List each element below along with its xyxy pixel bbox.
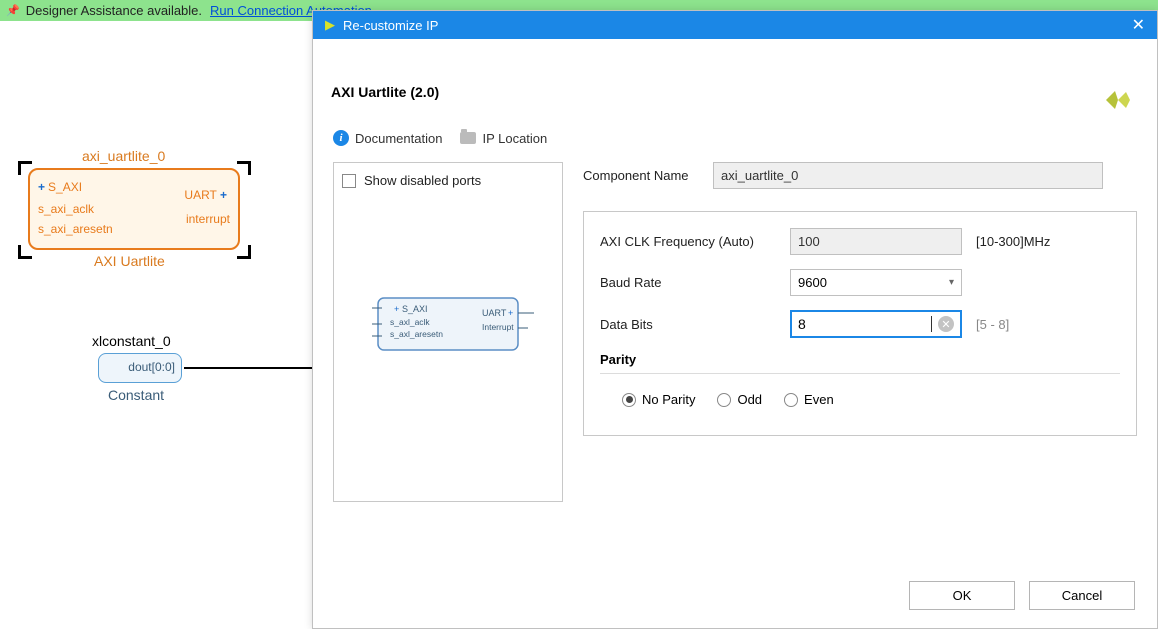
svg-text:s_axl_aresetn: s_axl_aresetn bbox=[390, 329, 443, 339]
port-dout[interactable]: dout[0:0] bbox=[128, 360, 175, 374]
component-name-label: Component Name bbox=[583, 168, 713, 183]
ip-block-constant[interactable]: dout[0:0] bbox=[98, 353, 182, 383]
clear-icon[interactable]: ✕ bbox=[938, 316, 954, 332]
port-aresetn[interactable]: s_axi_aresetn bbox=[38, 222, 113, 236]
preview-panel: Show disabled ports + S_AXI s_axl_aclk s… bbox=[333, 162, 563, 502]
title-bar[interactable]: ▶ Re-customize IP ✕ bbox=[313, 11, 1157, 39]
parity-none-radio[interactable]: No Parity bbox=[622, 392, 695, 407]
constant-caption: Constant bbox=[108, 387, 164, 403]
dialog-title: Re-customize IP bbox=[343, 18, 1132, 33]
uartlite-caption: AXI Uartlite bbox=[94, 253, 165, 269]
port-uart[interactable]: UART + bbox=[184, 188, 230, 202]
svg-text:S_AXI: S_AXI bbox=[402, 304, 428, 314]
ip-location-button[interactable]: IP Location bbox=[460, 131, 547, 146]
vivado-icon: ▶ bbox=[325, 17, 335, 33]
documentation-button[interactable]: i Documentation bbox=[333, 130, 442, 146]
plus-icon: + bbox=[38, 180, 45, 194]
parameters-panel: Component Name AXI CLK Frequency (Auto) … bbox=[583, 162, 1137, 502]
close-icon[interactable]: ✕ bbox=[1132, 15, 1145, 35]
svg-text:s_axl_aclk: s_axl_aclk bbox=[390, 317, 430, 327]
selection-corner bbox=[18, 161, 32, 175]
radio-icon bbox=[622, 393, 636, 407]
recustomize-ip-dialog: ▶ Re-customize IP ✕ AXI Uartlite (2.0) i… bbox=[312, 10, 1158, 629]
axi-clk-input[interactable] bbox=[790, 228, 962, 255]
data-bits-hint: [5 - 8] bbox=[976, 317, 1009, 332]
axi-clk-hint: [10-300]MHz bbox=[976, 234, 1050, 249]
radio-icon bbox=[784, 393, 798, 407]
axi-clk-label: AXI CLK Frequency (Auto) bbox=[600, 234, 790, 249]
ok-button[interactable]: OK bbox=[909, 581, 1015, 610]
chevron-down-icon: ▾ bbox=[949, 277, 954, 288]
parity-odd-radio[interactable]: Odd bbox=[717, 392, 762, 407]
data-bits-input[interactable]: 8 ✕ bbox=[790, 310, 962, 338]
wire[interactable] bbox=[184, 367, 312, 369]
port-aclk[interactable]: s_axi_aclk bbox=[38, 202, 94, 216]
port-s-axi[interactable]: +S_AXI bbox=[38, 180, 82, 194]
banner-text: Designer Assistance available. bbox=[26, 3, 202, 18]
svg-text:+: + bbox=[508, 308, 513, 318]
ip-block-uartlite[interactable]: +S_AXI s_axi_aclk s_axi_aresetn UART + i… bbox=[28, 168, 240, 250]
toolbar: i Documentation IP Location bbox=[313, 112, 1157, 146]
parity-label: Parity bbox=[600, 352, 1120, 367]
radio-icon bbox=[717, 393, 731, 407]
config-group: AXI CLK Frequency (Auto) [10-300]MHz Bau… bbox=[583, 211, 1137, 436]
folder-icon bbox=[460, 132, 476, 144]
info-icon: i bbox=[333, 130, 349, 146]
baud-rate-label: Baud Rate bbox=[600, 275, 790, 290]
svg-text:UART: UART bbox=[482, 308, 507, 318]
parity-even-radio[interactable]: Even bbox=[784, 392, 834, 407]
svg-text:Interrupt: Interrupt bbox=[482, 322, 514, 332]
cancel-button[interactable]: Cancel bbox=[1029, 581, 1135, 610]
show-disabled-ports-checkbox[interactable]: Show disabled ports bbox=[342, 173, 554, 188]
plus-icon: + bbox=[220, 188, 227, 202]
xilinx-icon bbox=[1103, 86, 1133, 114]
data-bits-label: Data Bits bbox=[600, 317, 790, 332]
constant-title: xlconstant_0 bbox=[92, 333, 171, 349]
port-interrupt[interactable]: interrupt bbox=[186, 212, 230, 226]
ip-headline: AXI Uartlite (2.0) bbox=[313, 39, 1157, 112]
uartlite-title: axi_uartlite_0 bbox=[82, 148, 165, 164]
component-name-input[interactable] bbox=[713, 162, 1103, 189]
baud-rate-select[interactable]: 9600 ▾ bbox=[790, 269, 962, 296]
pin-icon: 📌 bbox=[6, 4, 20, 17]
checkbox-icon bbox=[342, 174, 356, 188]
divider bbox=[600, 373, 1120, 374]
svg-text:+: + bbox=[394, 304, 399, 314]
selection-corner bbox=[237, 245, 251, 259]
selection-corner bbox=[237, 161, 251, 175]
selection-corner bbox=[18, 245, 32, 259]
ip-preview: + S_AXI s_axl_aclk s_axl_aresetn UART + … bbox=[342, 288, 552, 368]
